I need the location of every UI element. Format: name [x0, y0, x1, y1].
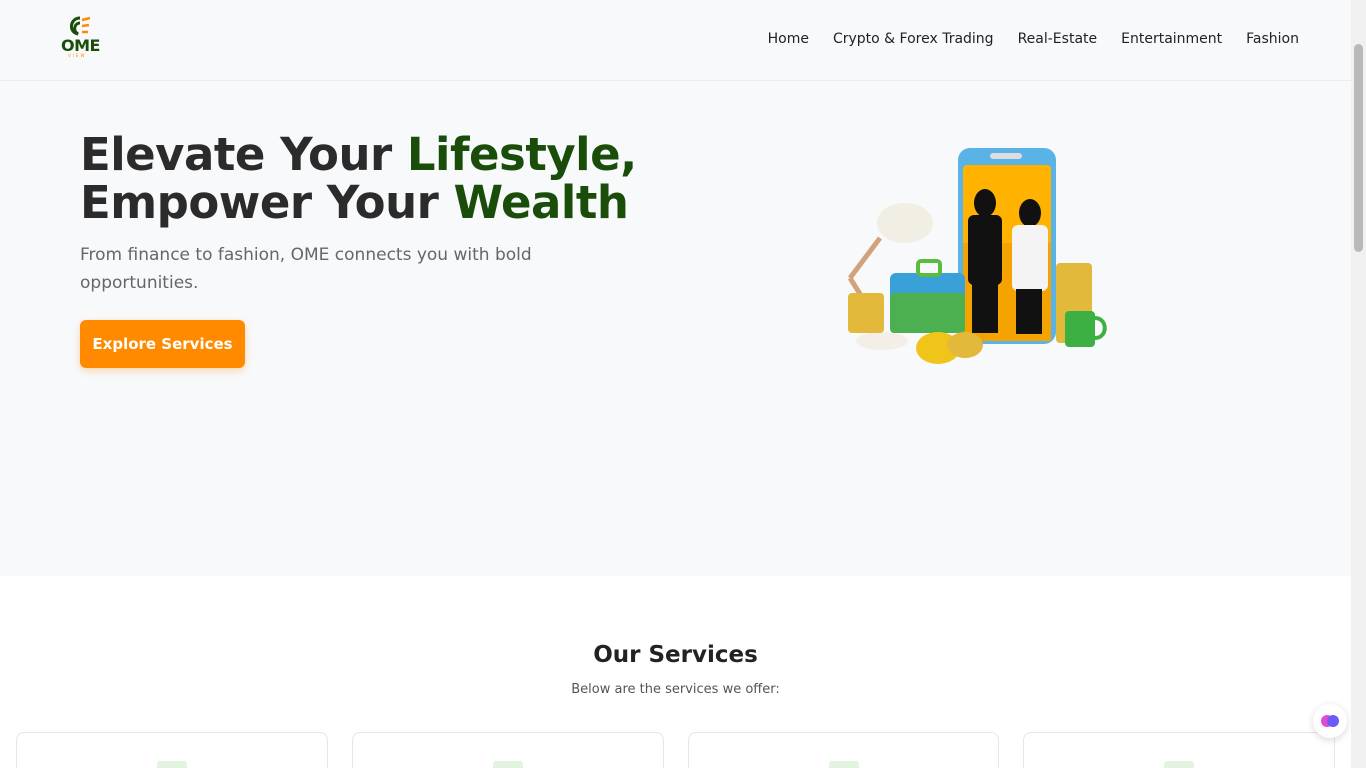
service-card[interactable] [688, 732, 999, 768]
nav-crypto-forex[interactable]: Crypto & Forex Trading [833, 31, 994, 47]
service-icon [157, 761, 187, 768]
nav-home[interactable]: Home [768, 31, 809, 47]
nav-fashion[interactable]: Fashion [1246, 31, 1299, 47]
service-icon [493, 761, 523, 768]
service-card[interactable] [1023, 732, 1335, 768]
hero-section: Elevate Your Lifestyle, Empower Your Wea… [0, 81, 1351, 576]
logo-subtext: VIEW [68, 53, 87, 58]
services-subtitle: Below are the services we offer: [571, 682, 780, 697]
service-icon [1164, 761, 1194, 768]
nav-real-estate[interactable]: Real-Estate [1018, 31, 1098, 47]
nav-entertainment[interactable]: Entertainment [1121, 31, 1222, 47]
service-card[interactable] [16, 732, 328, 768]
explore-services-button[interactable]: Explore Services [80, 320, 245, 368]
hero-illustration [830, 143, 1120, 373]
service-icon [828, 761, 859, 768]
scrollbar[interactable] [1351, 0, 1366, 768]
site-header: OME VIEW Home Crypto & Forex Trading Rea… [0, 0, 1351, 81]
main-nav: Home Crypto & Forex Trading Real-Estate … [768, 31, 1299, 47]
hero-title: Elevate Your Lifestyle, Empower Your Wea… [80, 128, 637, 229]
scrollbar-thumb[interactable] [1354, 44, 1363, 252]
brain-icon[interactable] [1313, 704, 1347, 738]
service-card[interactable] [352, 732, 664, 768]
services-title: Our Services [593, 642, 758, 668]
hero-subtitle: From finance to fashion, OME connects yo… [80, 245, 532, 293]
